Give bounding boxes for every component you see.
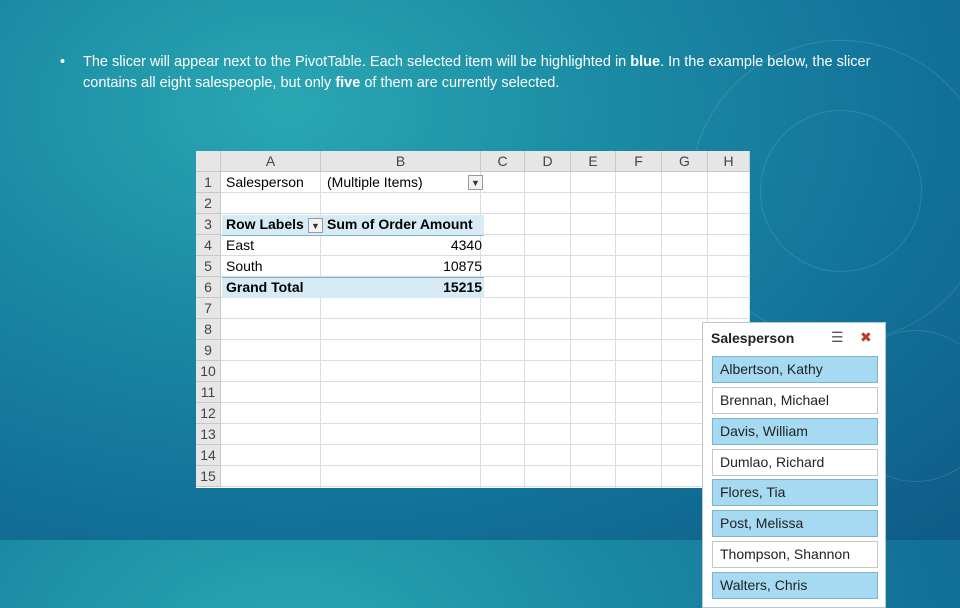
slicer-item[interactable]: Davis, William <box>712 418 878 445</box>
slicer-item[interactable]: Flores, Tia <box>712 479 878 506</box>
grid-line <box>570 172 571 488</box>
column-header[interactable]: D <box>525 151 571 172</box>
filter-field-label[interactable]: Salesperson <box>226 172 304 193</box>
grid-line <box>221 255 750 256</box>
row-header[interactable]: 11 <box>196 382 221 403</box>
slicer-item[interactable]: Brennan, Michael <box>712 387 878 414</box>
slicer-item[interactable]: Albertson, Kathy <box>712 356 878 383</box>
row-header[interactable]: 10 <box>196 361 221 382</box>
row-header[interactable]: 3 <box>196 214 221 235</box>
row-header[interactable]: 14 <box>196 445 221 466</box>
background-decoration <box>760 110 922 272</box>
slicer-item[interactable]: Dumlao, Richard <box>712 449 878 476</box>
column-header[interactable]: C <box>481 151 525 172</box>
row-header[interactable]: 2 <box>196 193 221 214</box>
grid-line <box>221 339 750 340</box>
row-labels-dropdown-icon[interactable]: ▼ <box>308 218 323 233</box>
filter-field-value[interactable]: (Multiple Items) <box>327 172 423 193</box>
spreadsheet-grid: Salesperson (Multiple Items) ▼ Row Label… <box>196 151 886 608</box>
row-header[interactable]: 6 <box>196 277 221 298</box>
grid-line <box>661 172 662 488</box>
grid-line <box>221 318 750 319</box>
row-header[interactable]: 5 <box>196 256 221 277</box>
sum-header[interactable]: Sum of Order Amount <box>327 214 473 235</box>
bold-text: blue <box>630 54 661 70</box>
row-header[interactable]: 15 <box>196 466 221 487</box>
column-header[interactable]: A <box>221 151 321 172</box>
grid-line <box>221 423 750 424</box>
bullet-symbol: • <box>60 54 66 70</box>
row-labels-header[interactable]: Row Labels <box>226 214 304 235</box>
row-header[interactable]: 1 <box>196 172 221 193</box>
column-header[interactable]: E <box>571 151 616 172</box>
grid-line <box>221 360 750 361</box>
column-header[interactable]: B <box>321 151 481 172</box>
pivot-row-label[interactable]: East <box>226 235 254 256</box>
multi-select-icon[interactable]: ☰ <box>831 329 844 346</box>
row-header[interactable]: 9 <box>196 340 221 361</box>
row-header[interactable]: 4 <box>196 235 221 256</box>
text-segment: of them are currently selected. <box>360 75 560 91</box>
row-header[interactable]: 12 <box>196 403 221 424</box>
column-header[interactable]: F <box>616 151 662 172</box>
row-header[interactable]: 7 <box>196 298 221 319</box>
text-segment: The slicer will appear next to the Pivot… <box>83 54 631 70</box>
bold-text: five <box>335 75 361 91</box>
filter-dropdown-icon[interactable]: ▼ <box>468 175 483 190</box>
row-header[interactable]: 8 <box>196 319 221 340</box>
slicer-title: Salesperson <box>711 330 795 346</box>
pivot-row-label[interactable]: South <box>226 256 263 277</box>
bullet-paragraph: The slicer will appear next to the Pivot… <box>83 52 880 94</box>
select-all-corner[interactable] <box>196 151 221 172</box>
pivot-row-value[interactable]: 10875 <box>327 256 482 277</box>
slicer-item[interactable]: Post, Melissa <box>712 510 878 537</box>
column-header[interactable]: G <box>662 151 708 172</box>
grid-line <box>221 402 750 403</box>
column-header[interactable]: H <box>708 151 750 172</box>
grid-line <box>524 172 525 488</box>
pivot-row-value[interactable]: 4340 <box>327 235 482 256</box>
grid-line <box>221 381 750 382</box>
grid-line <box>221 444 750 445</box>
grid-line <box>221 486 750 487</box>
row-header[interactable]: 13 <box>196 424 221 445</box>
grid-line <box>221 465 750 466</box>
grid-line <box>615 172 616 488</box>
grand-total-label[interactable]: Grand Total <box>226 277 304 298</box>
slicer-item[interactable]: Walters, Chris <box>712 572 878 599</box>
clear-filter-icon[interactable]: ✖ <box>860 329 872 346</box>
slide-bullet-text: • The slicer will appear next to the Piv… <box>60 52 880 94</box>
slicer-item[interactable]: Thompson, Shannon <box>712 541 878 568</box>
salesperson-slicer[interactable]: Salesperson ☰ ✖ Albertson, Kathy Brennan… <box>702 322 886 608</box>
grand-total-value[interactable]: 15215 <box>327 277 482 298</box>
